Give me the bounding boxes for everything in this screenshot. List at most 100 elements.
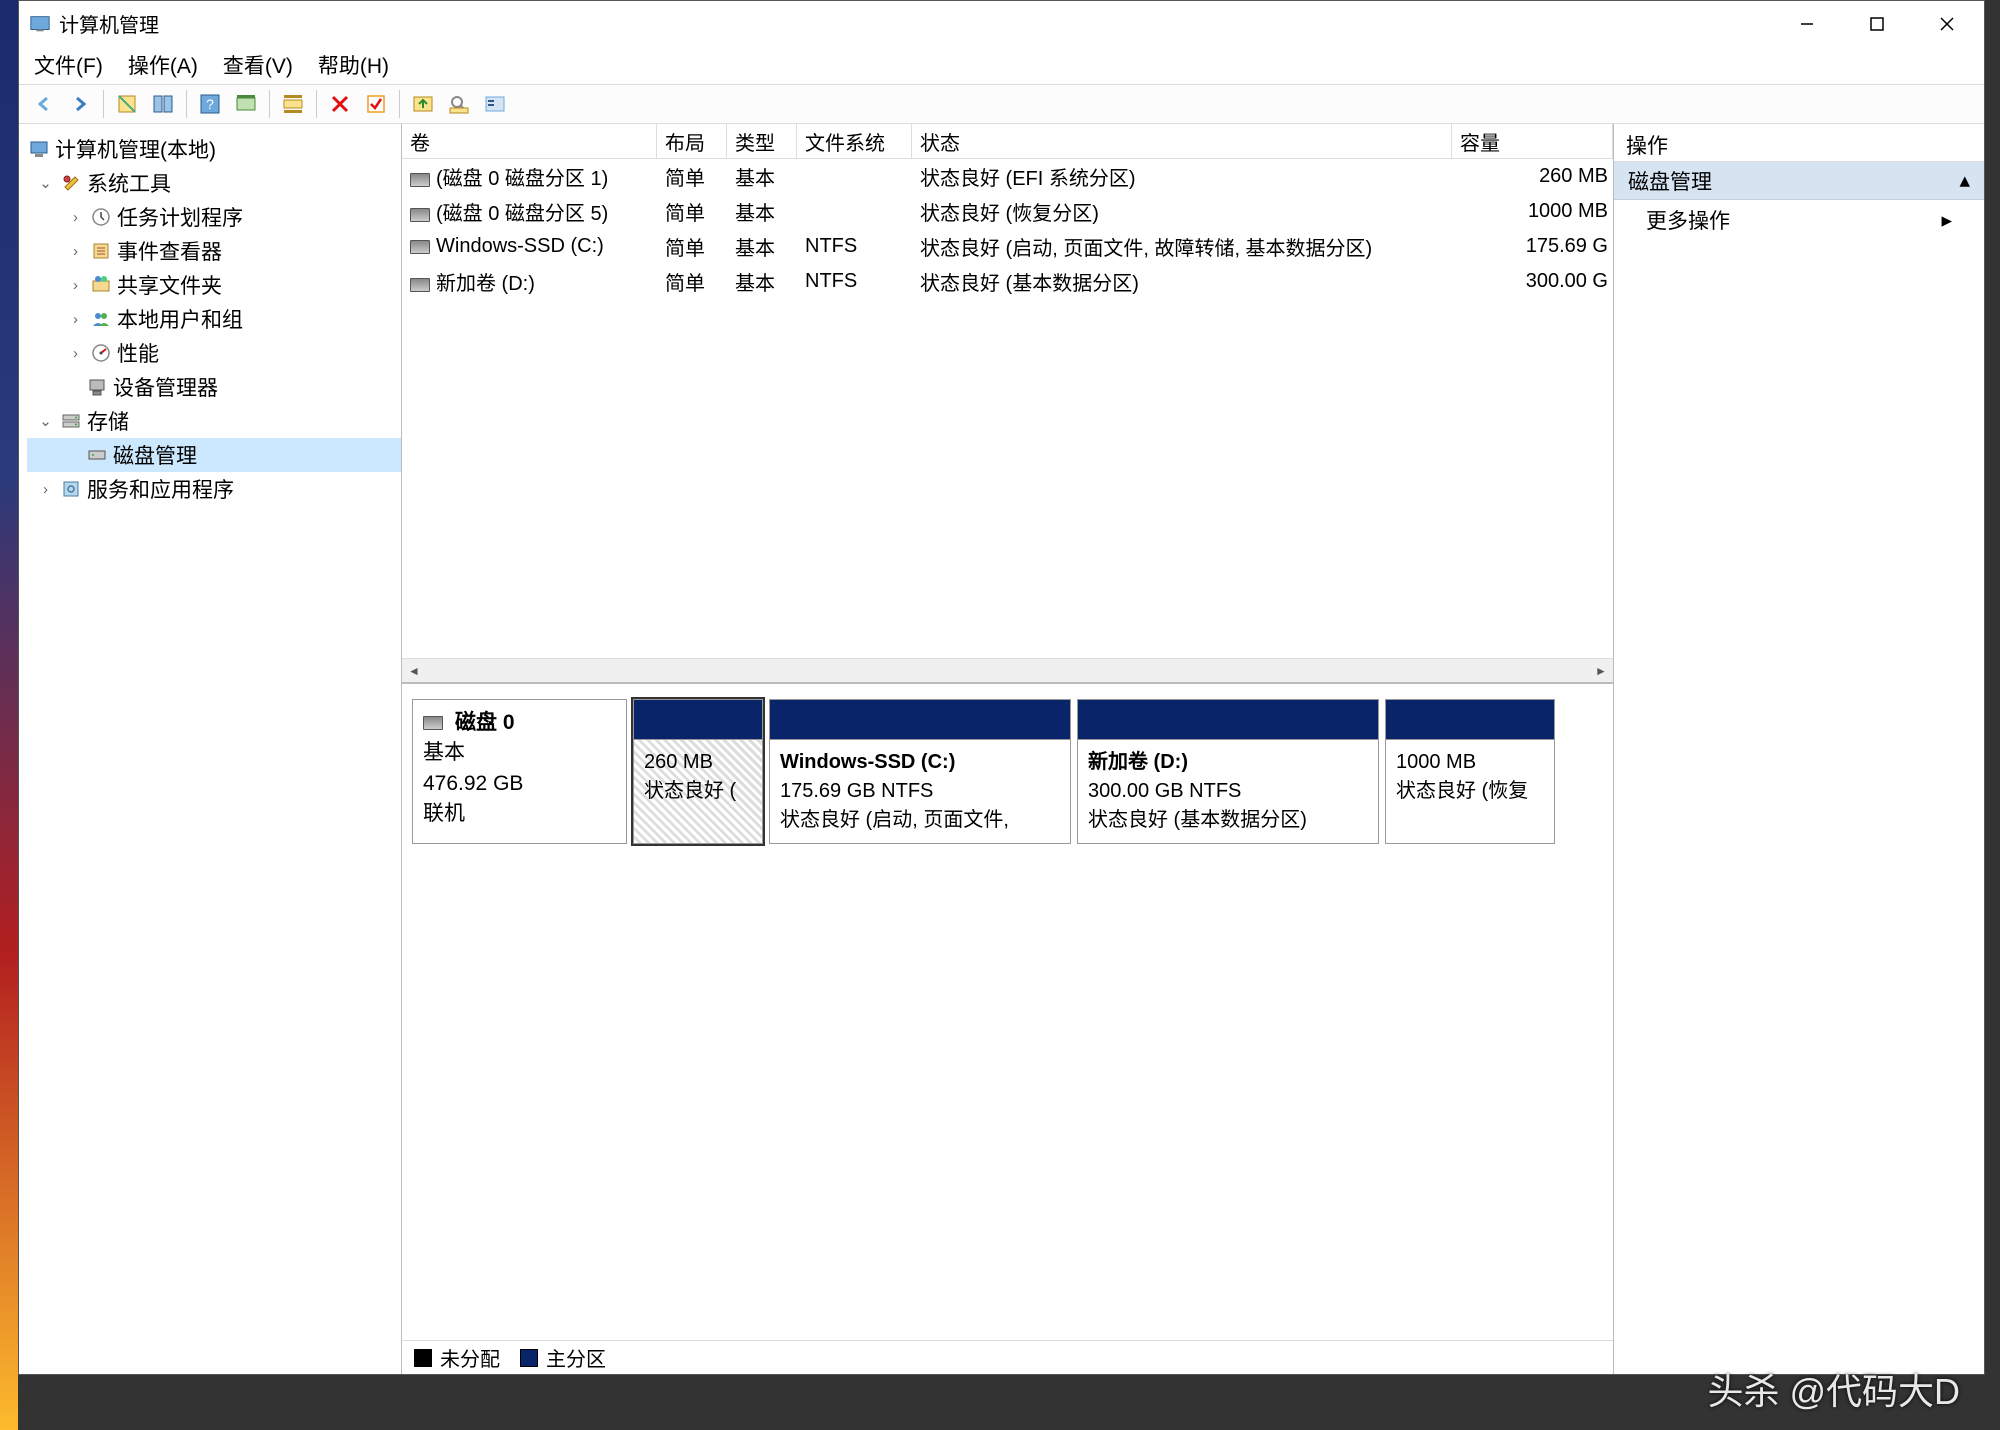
- disk-map[interactable]: 磁盘 0 基本 476.92 GB 联机 260 MB状态良好 (Windows…: [402, 684, 1613, 854]
- tree-local-users[interactable]: › 本地用户和组: [27, 302, 401, 336]
- col-type[interactable]: 类型: [727, 124, 797, 158]
- scroll-left-icon[interactable]: ◄: [402, 659, 426, 682]
- menu-file[interactable]: 文件(F): [34, 50, 103, 80]
- col-fs[interactable]: 文件系统: [797, 124, 912, 158]
- disk-icon: [85, 444, 108, 467]
- expand-icon[interactable]: ›: [37, 481, 54, 498]
- expand-icon[interactable]: ›: [67, 209, 84, 226]
- forward-button[interactable]: [63, 87, 97, 121]
- tree-shared-folders[interactable]: › 共享文件夹: [27, 268, 401, 302]
- watermark: 头杀 @代码大D: [1707, 1363, 1960, 1415]
- volume-row[interactable]: (磁盘 0 磁盘分区 1)简单基本状态良好 (EFI 系统分区)260 MB: [402, 159, 1613, 194]
- app-icon: [29, 13, 51, 35]
- separator: [186, 90, 187, 118]
- actions-more[interactable]: 更多操作 ▸: [1614, 200, 1984, 240]
- partition-header: [770, 700, 1070, 740]
- tree-pane[interactable]: 计算机管理(本地) ⌄ 系统工具 › 任务计划程序 › 事件查看器 › 共享文件…: [19, 124, 402, 1374]
- separator: [316, 90, 317, 118]
- collapse-icon[interactable]: ⌄: [37, 412, 54, 430]
- toolbar-icon[interactable]: [478, 87, 512, 121]
- maximize-button[interactable]: [1842, 1, 1912, 46]
- expand-icon[interactable]: ›: [67, 277, 84, 294]
- desktop-background: [0, 0, 18, 1430]
- hdd-icon: [423, 716, 443, 730]
- scroll-right-icon[interactable]: ►: [1589, 659, 1613, 682]
- tree-event-viewer[interactable]: › 事件查看器: [27, 234, 401, 268]
- partition-header: [634, 700, 762, 740]
- tree-task-scheduler[interactable]: › 任务计划程序: [27, 200, 401, 234]
- tree-device-manager[interactable]: 设备管理器: [27, 370, 401, 404]
- tree-label: 设备管理器: [113, 372, 218, 402]
- toolbar-icon[interactable]: [276, 87, 310, 121]
- collapse-icon[interactable]: ▴: [1959, 168, 1970, 193]
- search-icon[interactable]: [442, 87, 476, 121]
- disk-pane: 磁盘 0 基本 476.92 GB 联机 260 MB状态良好 (Windows…: [402, 684, 1613, 1374]
- actions-sub[interactable]: 磁盘管理 ▴: [1614, 162, 1984, 200]
- disk-pane-empty: [402, 854, 1613, 1340]
- check-icon[interactable]: [359, 87, 393, 121]
- expand-icon[interactable]: ›: [67, 311, 84, 328]
- computer-management-window: 计算机管理 文件(F) 操作(A) 查看(V) 帮助(H) ?: [18, 0, 1985, 1375]
- col-status[interactable]: 状态: [912, 124, 1452, 158]
- titlebar[interactable]: 计算机管理: [19, 1, 1984, 46]
- partition-box[interactable]: 新加卷 (D:)300.00 GB NTFS状态良好 (基本数据分区): [1077, 699, 1379, 844]
- tree-root[interactable]: 计算机管理(本地): [27, 132, 401, 166]
- tree-system-tools[interactable]: ⌄ 系统工具: [27, 166, 401, 200]
- back-button[interactable]: [27, 87, 61, 121]
- col-capacity[interactable]: 容量: [1452, 124, 1613, 158]
- toolbar-icon[interactable]: [229, 87, 263, 121]
- tree-disk-management[interactable]: 磁盘管理: [27, 438, 401, 472]
- tools-icon: [59, 172, 82, 195]
- toolbar-icon[interactable]: [146, 87, 180, 121]
- delete-icon[interactable]: [323, 87, 357, 121]
- disk-status: 联机: [423, 799, 616, 829]
- collapse-icon[interactable]: ⌄: [37, 174, 54, 192]
- tree-label: 共享文件夹: [117, 270, 222, 300]
- volume-row[interactable]: (磁盘 0 磁盘分区 5)简单基本状态良好 (恢复分区)1000 MB: [402, 194, 1613, 229]
- menu-action[interactable]: 操作(A): [128, 50, 198, 80]
- col-layout[interactable]: 布局: [657, 124, 727, 158]
- tree-label: 任务计划程序: [117, 202, 243, 232]
- gauge-icon: [89, 342, 112, 365]
- tree-label: 性能: [117, 338, 159, 368]
- horizontal-scrollbar[interactable]: ◄ ►: [402, 658, 1613, 682]
- close-button[interactable]: [1912, 1, 1982, 46]
- tree-label: 计算机管理(本地): [55, 134, 216, 164]
- hdd-icon: [410, 278, 430, 292]
- legend-label: 主分区: [546, 1343, 606, 1372]
- partition-box[interactable]: 260 MB状态良好 (: [633, 699, 763, 844]
- expand-icon[interactable]: ›: [67, 243, 84, 260]
- tree-label: 服务和应用程序: [87, 474, 234, 504]
- col-volume[interactable]: 卷: [402, 124, 657, 158]
- partition-header: [1078, 700, 1378, 740]
- disk-type: 基本: [423, 738, 616, 768]
- actions-header: 操作: [1614, 124, 1984, 162]
- volume-row[interactable]: 新加卷 (D:)简单基本NTFS状态良好 (基本数据分区)300.00 G: [402, 264, 1613, 299]
- hdd-icon: [410, 240, 430, 254]
- toolbar-icon[interactable]: [110, 87, 144, 121]
- separator: [399, 90, 400, 118]
- tree-services-apps[interactable]: › 服务和应用程序: [27, 472, 401, 506]
- menu-help[interactable]: 帮助(H): [318, 50, 389, 80]
- tree-label: 事件查看器: [117, 236, 222, 266]
- help-button[interactable]: ?: [193, 87, 227, 121]
- event-icon: [89, 240, 112, 263]
- volume-row[interactable]: Windows-SSD (C:)简单基本NTFS状态良好 (启动, 页面文件, …: [402, 229, 1613, 264]
- minimize-button[interactable]: [1772, 1, 1842, 46]
- partition-box[interactable]: Windows-SSD (C:)175.69 GB NTFS状态良好 (启动, …: [769, 699, 1071, 844]
- tree-storage[interactable]: ⌄ 存储: [27, 404, 401, 438]
- chevron-right-icon: ▸: [1941, 208, 1952, 233]
- partition-box[interactable]: 1000 MB状态良好 (恢复: [1385, 699, 1555, 844]
- disk-label-box[interactable]: 磁盘 0 基本 476.92 GB 联机: [412, 699, 627, 844]
- menu-view[interactable]: 查看(V): [223, 50, 293, 80]
- tree-performance[interactable]: › 性能: [27, 336, 401, 370]
- legend: 未分配 主分区: [402, 1340, 1613, 1374]
- up-icon[interactable]: [406, 87, 440, 121]
- actions-pane: 操作 磁盘管理 ▴ 更多操作 ▸: [1614, 124, 1984, 1374]
- partition-header: [1386, 700, 1554, 740]
- storage-icon: [59, 410, 82, 433]
- toolbar: ?: [19, 84, 1984, 124]
- expand-icon[interactable]: ›: [67, 345, 84, 362]
- disk-name: 磁盘 0: [455, 708, 515, 738]
- volume-list[interactable]: 卷 布局 类型 文件系统 状态 容量 (磁盘 0 磁盘分区 1)简单基本状态良好…: [402, 124, 1613, 684]
